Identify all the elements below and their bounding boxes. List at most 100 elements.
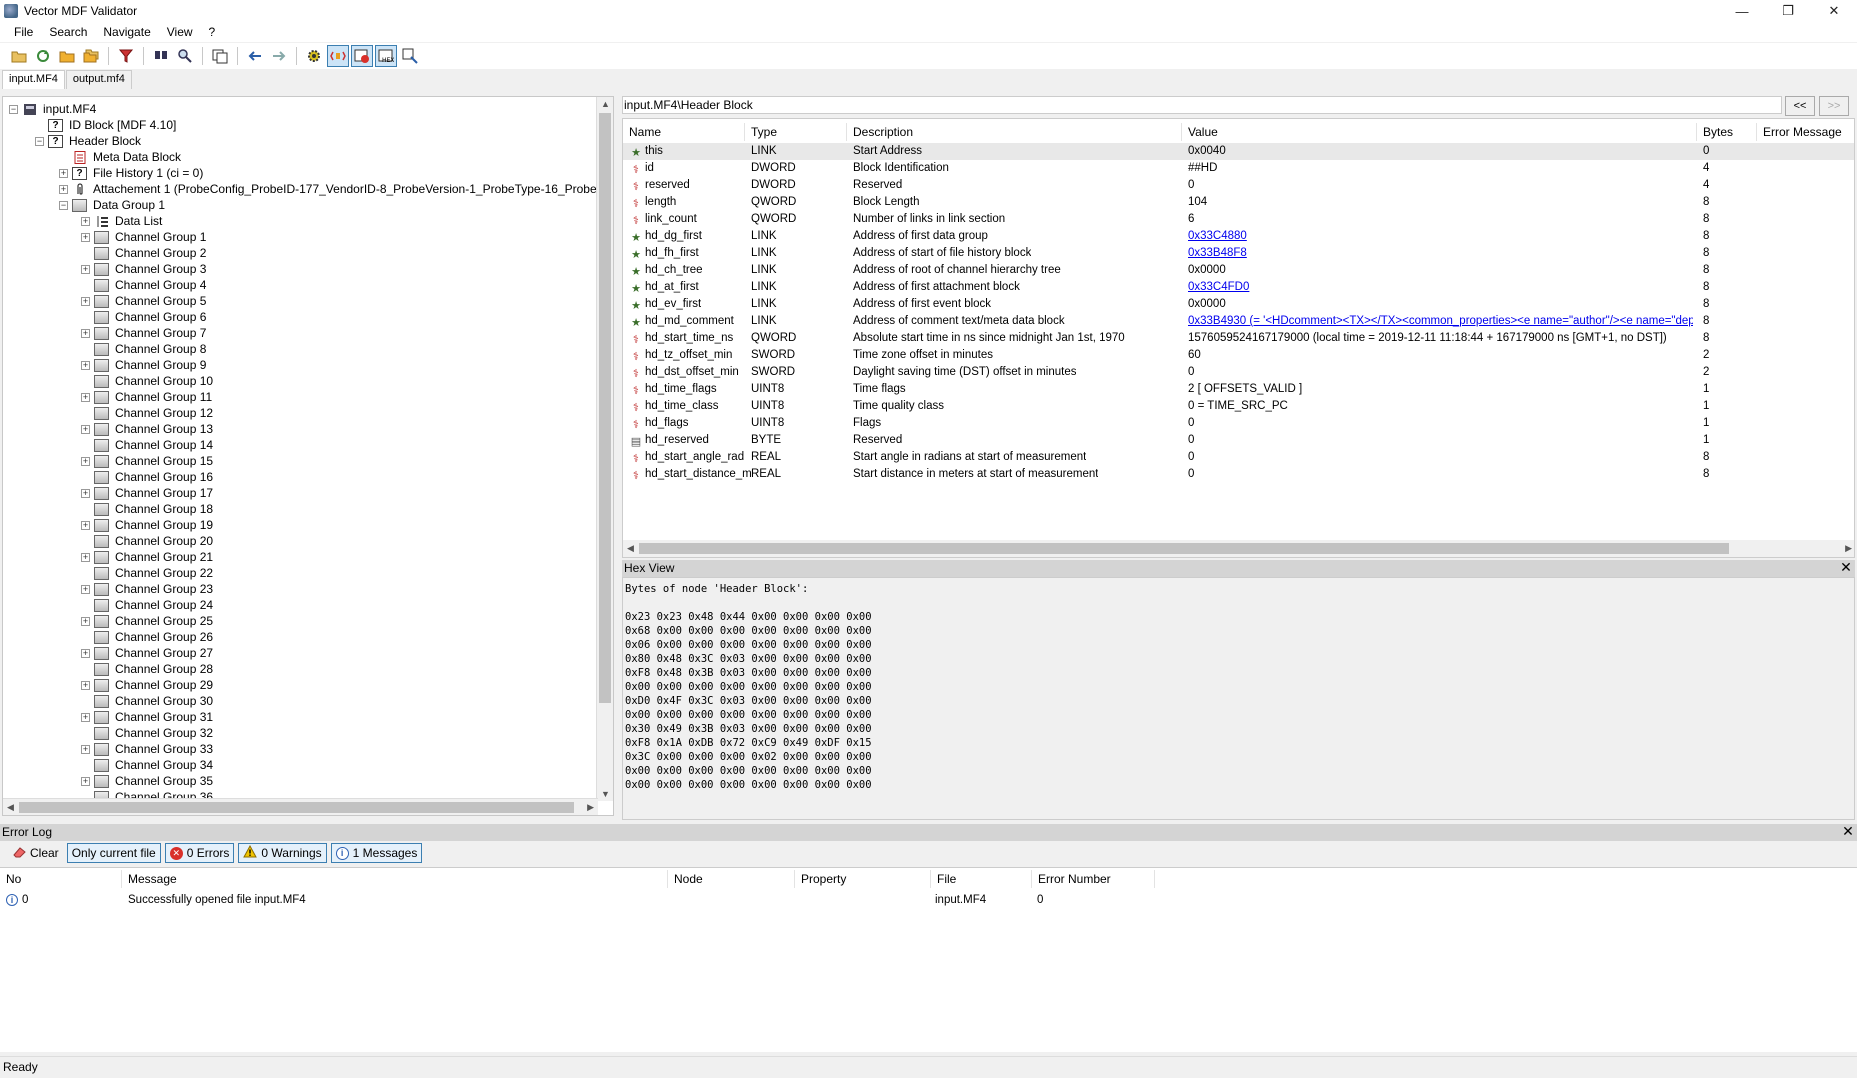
tree-node-channel-group[interactable]: Channel Group 30 [81, 693, 213, 709]
tree-node-channel-group[interactable]: + Channel Group 7 [81, 325, 206, 341]
expand-icon[interactable]: + [81, 744, 90, 754]
tree-node-channel-group[interactable]: + Channel Group 35 [81, 773, 213, 789]
error-log-row[interactable]: i0 [6, 892, 28, 908]
tree-node-channel-group[interactable]: Channel Group 20 [81, 533, 213, 549]
nav-forward-button[interactable]: >> [1819, 96, 1849, 116]
column-header-value[interactable]: Value [1182, 123, 1697, 141]
find-icon[interactable] [150, 45, 172, 67]
expand-icon[interactable]: + [81, 616, 90, 626]
tree-node-channel-group[interactable]: + Channel Group 27 [81, 645, 213, 661]
column-header-error-message[interactable]: Error Message [1757, 123, 1854, 141]
tree-node-channel-group[interactable]: + Channel Group 9 [81, 357, 206, 373]
tree-node-header-block[interactable]: − ? Header Block [35, 133, 141, 149]
warnings-filter-button[interactable]: 0 Warnings [238, 843, 327, 863]
tree-node-channel-group[interactable]: + Channel Group 33 [81, 741, 213, 757]
property-row[interactable]: ⚕ id DWORD Block Identification ##HD 4 [623, 160, 1854, 177]
tab-output-mf4[interactable]: output.mf4 [65, 70, 132, 89]
tree-node-channel-group[interactable]: + Channel Group 25 [81, 613, 213, 629]
menu-help[interactable]: ? [201, 25, 224, 39]
expand-icon[interactable]: + [81, 392, 90, 402]
column-header-error-number[interactable]: Error Number [1032, 870, 1155, 888]
column-header-node[interactable]: Node [668, 870, 795, 888]
tree-node-channel-group[interactable]: + Channel Group 5 [81, 293, 206, 309]
property-row[interactable]: ▤ hd_reserved BYTE Reserved 0 1 [623, 432, 1854, 449]
tree-node-attachment[interactable]: + Attachement 1 (ProbeConfig_ProbeID-177… [59, 181, 613, 197]
property-row[interactable]: ★ hd_fh_first LINK Address of start of file… [623, 245, 1854, 262]
minimize-button[interactable]: — [1719, 0, 1765, 22]
property-row[interactable]: ⚕ reserved DWORD Reserved 0 4 [623, 177, 1854, 194]
tree-node-channel-group[interactable]: + Channel Group 3 [81, 261, 206, 277]
value-link[interactable]: 0x33C4FD0 [1188, 281, 1249, 293]
scroll-right-icon[interactable]: ▶ [1845, 543, 1852, 554]
menu-search[interactable]: Search [41, 25, 95, 39]
column-header-message[interactable]: Message [122, 870, 668, 888]
tree-node-channel-group[interactable]: + Channel Group 11 [81, 389, 212, 405]
property-row[interactable]: ★ this LINK Start Address 0x0040 0 [623, 143, 1854, 160]
value-link[interactable]: 0x33C4880 [1188, 230, 1247, 242]
tree-node-channel-group[interactable]: + Channel Group 19 [81, 517, 213, 533]
tree-node-file-history[interactable]: + ? File History 1 (ci = 0) [59, 165, 203, 181]
expand-icon[interactable]: + [81, 296, 90, 306]
expand-icon[interactable]: + [81, 776, 90, 786]
filter-icon[interactable] [115, 45, 137, 67]
back-icon[interactable] [244, 45, 266, 67]
expand-icon[interactable]: + [81, 216, 90, 226]
maximize-button[interactable]: ❐ [1765, 0, 1811, 22]
tree-node-id-block[interactable]: ? ID Block [MDF 4.10] [35, 117, 176, 133]
copy-icon[interactable] [209, 45, 231, 67]
expand-icon[interactable]: + [81, 264, 90, 274]
scroll-left-icon[interactable]: ◀ [7, 802, 14, 813]
tree-node-channel-group[interactable]: Channel Group 22 [81, 565, 213, 581]
expand-icon[interactable]: + [81, 456, 90, 466]
scroll-thumb[interactable] [599, 113, 611, 703]
menu-file[interactable]: File [6, 25, 41, 39]
property-row[interactable]: ⚕ hd_flags UINT8 Flags 0 1 [623, 415, 1854, 432]
tree-node-channel-group[interactable]: Channel Group 6 [81, 309, 206, 325]
nav-back-button[interactable]: << [1785, 96, 1815, 116]
column-header-name[interactable]: Name [623, 123, 745, 141]
property-row[interactable]: ★ hd_md_comment LINK Address of comment tex… [623, 313, 1854, 330]
tree-node-channel-group[interactable]: + Channel Group 21 [81, 549, 213, 565]
property-row[interactable]: ⚕ hd_start_angle_rad REAL Start angle in ra… [623, 449, 1854, 466]
tree-node-data-list[interactable]: + Data List [81, 213, 162, 229]
property-row[interactable]: ⚕ length QWORD Block Length 104 8 [623, 194, 1854, 211]
scroll-thumb[interactable] [639, 543, 1729, 554]
expand-icon[interactable]: + [59, 184, 68, 194]
open-icon[interactable] [8, 45, 30, 67]
open-folder-icon[interactable] [56, 45, 78, 67]
search-icon[interactable] [174, 45, 196, 67]
messages-filter-button[interactable]: i 1 Messages [330, 843, 423, 863]
property-row[interactable]: ⚕ hd_dst_offset_min SWORD Daylight saving t… [623, 364, 1854, 381]
scroll-left-icon[interactable]: ◀ [627, 543, 634, 554]
scroll-down-icon[interactable]: ▼ [601, 789, 610, 799]
tree-node-channel-group[interactable]: + Channel Group 1 [81, 229, 206, 245]
tree-node-meta-data[interactable]: Meta Data Block [59, 149, 181, 165]
collapse-icon[interactable]: − [59, 200, 68, 210]
menu-view[interactable]: View [159, 25, 201, 39]
scroll-right-icon[interactable]: ▶ [587, 802, 594, 813]
expand-icon[interactable]: + [81, 584, 90, 594]
tree-node-channel-group[interactable]: Channel Group 18 [81, 501, 213, 517]
column-header-description[interactable]: Description [847, 123, 1182, 141]
tree-node-channel-group[interactable]: + Channel Group 31 [81, 709, 213, 725]
tree-node-channel-group[interactable]: Channel Group 16 [81, 469, 213, 485]
tree-node-channel-group[interactable]: Channel Group 32 [81, 725, 213, 741]
scroll-thumb[interactable] [19, 802, 574, 813]
column-header-no[interactable]: No [0, 870, 122, 888]
close-icon[interactable]: ✕ [1841, 824, 1855, 839]
property-row[interactable]: ★ hd_ev_first LINK Address of first event b… [623, 296, 1854, 313]
tree-node-data-group[interactable]: − Data Group 1 [59, 197, 165, 213]
expand-icon[interactable]: + [81, 552, 90, 562]
close-icon[interactable]: ✕ [1839, 560, 1853, 575]
tree-node-channel-group[interactable]: Channel Group 24 [81, 597, 213, 613]
value-link[interactable]: 0x33B48F8 [1188, 247, 1247, 259]
expand-icon[interactable]: + [81, 680, 90, 690]
column-header-type[interactable]: Type [745, 123, 847, 141]
property-row[interactable]: ⚕ hd_time_class UINT8 Time quality class 0 =… [623, 398, 1854, 415]
tree-node-channel-group[interactable]: Channel Group 12 [81, 405, 213, 421]
scroll-up-icon[interactable]: ▲ [601, 99, 610, 109]
tree-node-channel-group[interactable]: Channel Group 26 [81, 629, 213, 645]
tree-node-channel-group[interactable]: Channel Group 28 [81, 661, 213, 677]
tree-node-channel-group[interactable]: + Channel Group 23 [81, 581, 213, 597]
property-row[interactable]: ★ hd_at_first LINK Address of first attachm… [623, 279, 1854, 296]
